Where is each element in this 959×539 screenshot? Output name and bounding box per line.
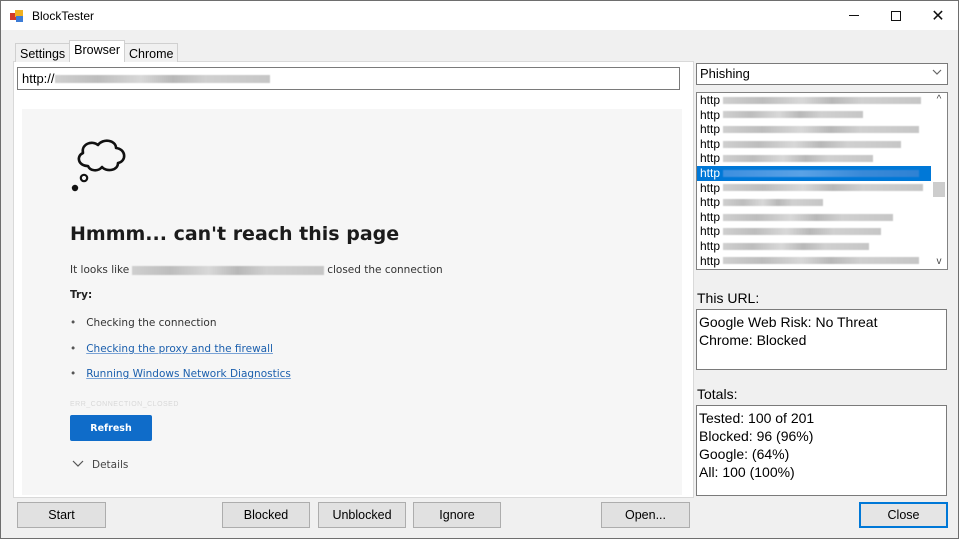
list-item[interactable]: http	[697, 122, 931, 137]
this-url-line: Google Web Risk: No Threat	[699, 314, 878, 330]
url-obscured	[723, 242, 870, 250]
suggestion-item: • Checking the proxy and the firewall	[70, 343, 273, 355]
url-obscured	[723, 184, 924, 192]
start-button[interactable]: Start	[17, 502, 106, 528]
error-description: It looks like closed the connection	[70, 264, 443, 276]
list-item[interactable]: http	[697, 165, 931, 181]
url-prefix: http://	[22, 71, 55, 86]
list-item[interactable]: http	[697, 224, 931, 239]
list-item-prefix: http	[700, 253, 721, 268]
url-obscured	[723, 96, 922, 104]
close-window-button[interactable]: ✕	[915, 1, 959, 30]
url-obscured	[723, 111, 864, 119]
maximize-button[interactable]	[873, 1, 919, 30]
close-icon: ✕	[931, 7, 945, 25]
totals-line: Tested: 100 of 201	[699, 410, 815, 426]
suggestion-text: Checking the connection	[86, 317, 217, 329]
browser-view: Hmmm... can't reach this page It looks l…	[22, 109, 682, 495]
thought-cloud-icon	[71, 139, 126, 192]
open-button[interactable]: Open...	[601, 502, 690, 528]
error-title: Hmmm... can't reach this page	[70, 223, 400, 245]
title-bar: BlockTester ✕	[1, 1, 958, 30]
tab-chrome[interactable]: Chrome	[124, 43, 179, 62]
details-toggle[interactable]: Details	[72, 459, 128, 471]
list-item[interactable]: http	[697, 137, 931, 152]
url-list[interactable]: http http http http http http http http http http…	[696, 92, 948, 270]
list-item[interactable]: http	[697, 93, 931, 108]
bullet: •	[70, 343, 77, 355]
ignore-button[interactable]: Ignore	[413, 502, 501, 528]
list-item-prefix: http	[700, 238, 721, 253]
list-item[interactable]: http	[697, 239, 931, 254]
list-scrollbar[interactable]: ^ v	[931, 93, 947, 269]
list-item-prefix: http	[700, 165, 721, 180]
details-label: Details	[92, 459, 129, 471]
app-icon	[10, 9, 24, 22]
this-url-label: This URL:	[697, 290, 760, 306]
chevron-down-icon	[932, 67, 942, 79]
totals-label: Totals:	[697, 386, 738, 402]
totals-line: All: 100 (100%)	[699, 464, 795, 480]
list-item[interactable]: http	[697, 254, 931, 269]
chevron-down-icon	[72, 459, 84, 471]
unblocked-button[interactable]: Unblocked	[318, 502, 406, 528]
list-item[interactable]: http	[697, 195, 931, 210]
url-obscured	[723, 140, 902, 148]
close-button[interactable]: Close	[859, 502, 948, 528]
totals-textbox[interactable]: Tested: 100 of 201 Blocked: 96 (96%) Goo…	[696, 405, 947, 496]
list-item[interactable]: http	[697, 210, 931, 225]
maximize-icon	[891, 10, 901, 21]
this-url-textbox[interactable]: Google Web Risk: No Threat Chrome: Block…	[696, 309, 947, 370]
url-obscured	[54, 74, 270, 83]
list-item-prefix: http	[700, 107, 721, 122]
proxy-firewall-link[interactable]: Checking the proxy and the firewall	[86, 343, 273, 355]
this-url-line: Chrome: Blocked	[699, 332, 807, 348]
minimize-button[interactable]	[831, 1, 877, 30]
scroll-thumb[interactable]	[933, 182, 945, 197]
list-item-prefix: http	[700, 209, 721, 224]
url-input[interactable]: http://	[17, 67, 680, 90]
tab-settings[interactable]: Settings	[15, 43, 71, 62]
list-item-prefix: http	[700, 136, 721, 151]
totals-line: Google: (64%)	[699, 446, 790, 462]
blocked-button[interactable]: Blocked	[222, 502, 310, 528]
main-window: BlockTester ✕ Settings Browser Chrome ht…	[0, 0, 959, 539]
list-item-prefix: http	[700, 122, 721, 137]
tab-strip: Settings Browser Chrome	[15, 40, 179, 62]
refresh-button[interactable]: Refresh	[70, 415, 152, 441]
error-description-suffix: closed the connection	[327, 264, 443, 276]
window-title: BlockTester	[32, 8, 95, 23]
network-diagnostics-link[interactable]: Running Windows Network Diagnostics	[86, 368, 291, 380]
url-obscured	[723, 198, 824, 206]
error-code: ERR_CONNECTION_CLOSED	[70, 401, 179, 408]
list-item-prefix: http	[700, 180, 721, 195]
list-item-prefix: http	[700, 93, 721, 107]
try-label: Try:	[70, 289, 93, 301]
url-obscured	[723, 213, 894, 221]
bullet: •	[70, 317, 77, 329]
tab-browser[interactable]: Browser	[69, 40, 126, 62]
url-obscured	[723, 169, 920, 177]
suggestion-item: • Running Windows Network Diagnostics	[70, 368, 291, 380]
category-value: Phishing	[700, 66, 750, 81]
category-select[interactable]: Phishing	[696, 63, 948, 85]
url-obscured	[723, 155, 874, 163]
list-item[interactable]: http	[697, 151, 931, 166]
list-item-prefix: http	[700, 151, 721, 166]
totals-line: Blocked: 96 (96%)	[699, 428, 814, 444]
bullet: •	[70, 368, 77, 380]
url-obscured	[723, 228, 882, 236]
scroll-up-icon[interactable]: ^	[931, 93, 947, 107]
url-obscured	[723, 257, 920, 265]
error-description-prefix: It looks like	[70, 264, 130, 276]
host-obscured	[132, 265, 325, 275]
scroll-down-icon[interactable]: v	[931, 255, 947, 269]
list-item-prefix: http	[700, 195, 721, 210]
list-item[interactable]: http	[697, 181, 931, 196]
suggestion-item: • Checking the connection	[70, 317, 217, 329]
list-item[interactable]: http	[697, 108, 931, 123]
list-item-prefix: http	[700, 224, 721, 239]
url-obscured	[723, 125, 920, 133]
minimize-icon	[849, 15, 859, 16]
